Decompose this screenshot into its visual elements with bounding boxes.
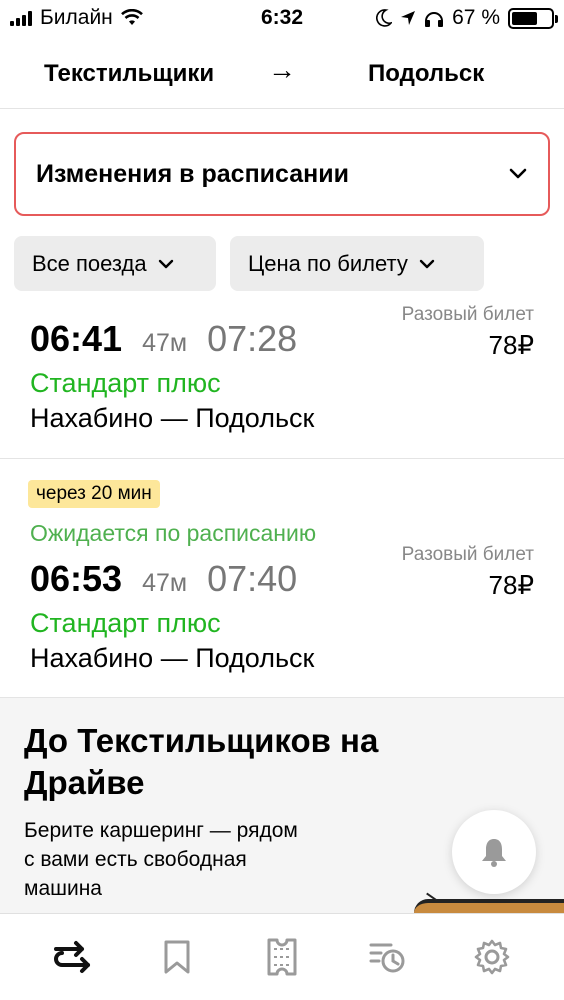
- filter-trains[interactable]: Все поезда: [14, 236, 216, 291]
- history-icon: [369, 943, 405, 973]
- train-card[interactable]: через 20 мин Ожидается по расписанию Раз…: [0, 460, 564, 698]
- battery-icon: [508, 7, 558, 29]
- train-times: 06:53 47м 07:40: [30, 558, 297, 600]
- train-class: Стандарт плюс: [30, 608, 221, 638]
- tab-tickets[interactable]: [252, 927, 312, 987]
- chevron-down-icon: [509, 168, 527, 179]
- tab-bookmarks[interactable]: [147, 927, 207, 987]
- departure-countdown-badge: через 20 мин: [28, 480, 160, 508]
- route-from[interactable]: Текстильщики: [44, 60, 214, 88]
- train-route: Нахабино — Подольск: [30, 403, 315, 433]
- car-image: [414, 899, 564, 913]
- settings-icon: [474, 939, 509, 975]
- route-swap-arrow[interactable]: →: [268, 54, 296, 86]
- filters-row: Все поезда Цена по билету: [14, 236, 484, 291]
- notifications-button[interactable]: [452, 810, 536, 894]
- price: 78₽: [488, 570, 534, 600]
- bookmark-icon: [164, 940, 190, 974]
- arrival-time: 07:28: [207, 318, 298, 359]
- price-label: Разовый билет: [401, 304, 534, 325]
- headphones-icon: [425, 12, 444, 27]
- card-divider: [0, 458, 564, 459]
- schedule-changes-label: Изменения в расписании: [36, 159, 349, 188]
- train-class: Стандарт плюс: [30, 368, 221, 398]
- trip-duration: 47м: [142, 329, 188, 357]
- route-to[interactable]: Подольск: [368, 60, 484, 88]
- train-times: 06:41 47м 07:28: [30, 318, 297, 360]
- departure-time: 06:53: [30, 558, 123, 599]
- filter-trains-label: Все поезда: [32, 250, 147, 276]
- schedule-changes-dropdown[interactable]: Изменения в расписании: [14, 132, 550, 216]
- arrival-time: 07:40: [207, 558, 298, 599]
- tab-history[interactable]: [357, 927, 417, 987]
- status-right: 67 %: [376, 6, 558, 30]
- tab-settings[interactable]: [462, 927, 522, 987]
- tab-routes[interactable]: [42, 927, 102, 987]
- chevron-down-icon: [419, 259, 435, 268]
- location-icon: [401, 11, 416, 25]
- train-route: Нахабино — Подольск: [30, 643, 315, 673]
- train-status: Ожидается по расписанию: [30, 520, 317, 546]
- filter-price[interactable]: Цена по билету: [230, 236, 484, 291]
- filter-price-label: Цена по билету: [248, 250, 408, 276]
- header-divider: [0, 108, 564, 109]
- moon-icon: [376, 9, 393, 27]
- battery-percent: 67 %: [452, 6, 500, 29]
- promo-text: Берите каршеринг — рядом с вами есть сво…: [24, 819, 298, 900]
- train-card[interactable]: Разовый билет 78₽ 06:41 47м 07:28 Станда…: [0, 300, 564, 458]
- trip-duration: 47м: [142, 569, 188, 597]
- departure-time: 06:41: [30, 318, 123, 359]
- ticket-icon: [267, 938, 297, 976]
- bell-icon: [482, 839, 506, 867]
- tab-bar: [0, 913, 564, 1000]
- chevron-down-icon: [158, 259, 173, 268]
- battery-level: [512, 11, 538, 25]
- status-bar: Билайн 6:32 67 %: [0, 0, 564, 38]
- route-header: Текстильщики → Подольск: [0, 52, 564, 102]
- price-label: Разовый билет: [401, 544, 534, 565]
- price: 78₽: [488, 330, 534, 360]
- promo-title: До Текстильщиков на Драйве: [24, 722, 379, 801]
- routes-icon: [54, 941, 91, 973]
